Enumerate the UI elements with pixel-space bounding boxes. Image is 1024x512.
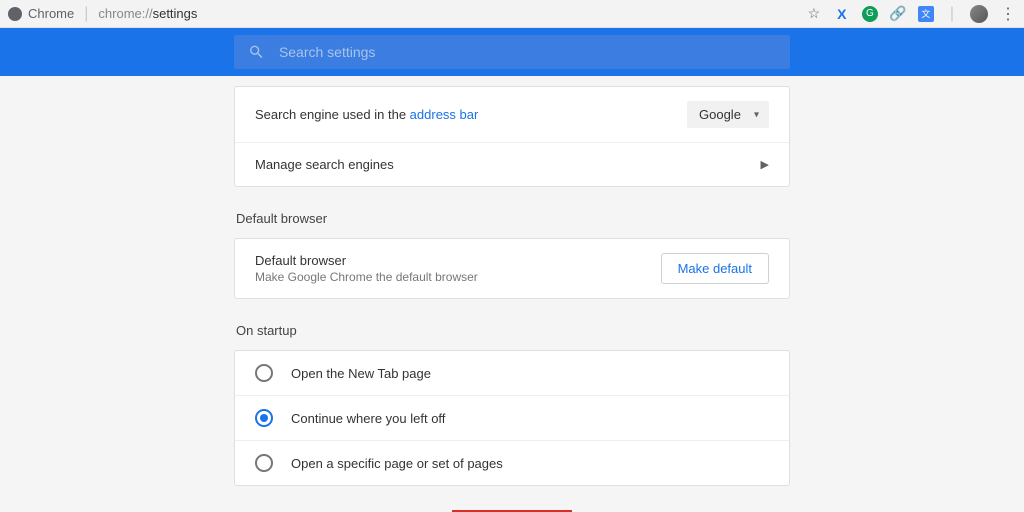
startup-card: Open the New Tab page Continue where you… [234,350,790,486]
chrome-icon [8,7,22,21]
search-engine-card: Search engine used in the address bar Go… [234,86,790,187]
manage-search-engines-label: Manage search engines [255,157,394,172]
make-default-button[interactable]: Make default [661,253,769,284]
startup-option-label: Open the New Tab page [291,366,431,381]
toolbar-right: ☆ X G 🔗 文 | ⋮ [806,4,1016,24]
default-browser-row: Default browser Make Google Chrome the d… [235,239,789,298]
separator: | [950,5,954,23]
url-page: settings [153,6,198,21]
search-engine-select-wrap: Google [687,101,769,128]
url-display[interactable]: chrome://settings [98,6,197,21]
startup-option-continue[interactable]: Continue where you left off [235,396,789,441]
default-browser-card: Default browser Make Google Chrome the d… [234,238,790,299]
chevron-right-icon: ▶ [761,158,769,171]
startup-option-label: Continue where you left off [291,411,445,426]
profile-avatar[interactable] [970,5,988,23]
app-label: Chrome [28,6,74,21]
content: Search engine used in the address bar Go… [234,76,790,512]
radio-button[interactable] [255,454,273,472]
url-prefix: chrome:// [98,6,152,21]
settings-header [0,28,1024,76]
radio-button[interactable] [255,409,273,427]
toolbar-left: Chrome | chrome://settings [8,5,197,23]
radio-button[interactable] [255,364,273,382]
startup-option-new-tab[interactable]: Open the New Tab page [235,351,789,396]
separator: | [84,5,88,23]
search-icon [248,43,265,61]
extension-x-icon[interactable]: X [834,6,850,22]
translate-icon[interactable]: 文 [918,6,934,22]
default-browser-text: Default browser Make Google Chrome the d… [255,253,478,284]
startup-option-specific[interactable]: Open a specific page or set of pages [235,441,789,485]
link-icon[interactable]: 🔗 [890,6,906,22]
grammarly-icon[interactable]: G [862,6,878,22]
default-browser-sub: Make Google Chrome the default browser [255,270,478,284]
search-engine-label: Search engine used in the address bar [255,107,478,122]
startup-option-label: Open a specific page or set of pages [291,456,503,471]
startup-section-title: On startup [236,323,790,338]
search-input[interactable] [279,44,776,60]
browser-toolbar: Chrome | chrome://settings ☆ X G 🔗 文 | ⋮ [0,0,1024,28]
address-bar-link[interactable]: address bar [410,107,479,122]
search-box[interactable] [234,35,790,69]
content-scroll[interactable]: Search engine used in the address bar Go… [0,76,1024,512]
manage-search-engines-row[interactable]: Manage search engines ▶ [235,143,789,186]
default-browser-title: Default browser [255,253,478,268]
search-engine-row: Search engine used in the address bar Go… [235,87,789,143]
bookmark-star-icon[interactable]: ☆ [806,6,822,22]
default-browser-section-title: Default browser [236,211,790,226]
search-engine-select[interactable]: Google [687,101,769,128]
menu-kebab-icon[interactable]: ⋮ [1000,4,1016,24]
